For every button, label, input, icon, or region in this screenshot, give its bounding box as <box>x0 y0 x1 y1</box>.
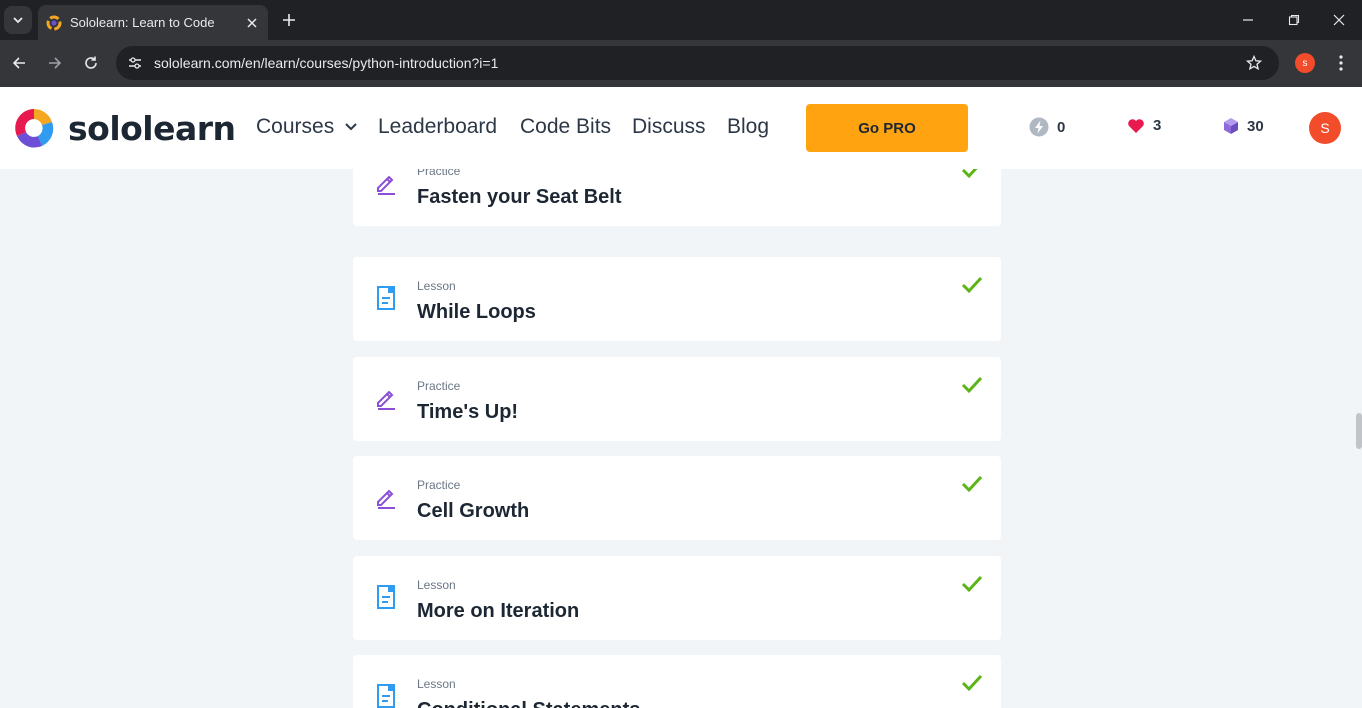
item-title: While Loops <box>417 301 536 323</box>
streak-count: 0 <box>1057 118 1066 136</box>
more-vertical-icon <box>1339 55 1343 71</box>
practice-pencil-icon <box>377 175 395 195</box>
close-icon <box>1333 14 1345 26</box>
item-type: Lesson <box>417 677 456 691</box>
item-type: Practice <box>417 169 461 178</box>
checkmark-icon <box>961 575 983 593</box>
item-type: Lesson <box>417 279 456 293</box>
gems-count: 30 <box>1247 117 1264 135</box>
back-button[interactable] <box>6 50 32 76</box>
close-icon <box>247 17 257 28</box>
browser-profile-avatar[interactable]: s <box>1295 53 1315 73</box>
heart-icon <box>1128 118 1144 133</box>
gem-cube-icon <box>1224 118 1238 134</box>
nav-discuss[interactable]: Discuss <box>632 115 706 139</box>
checkmark-icon <box>961 475 983 493</box>
checkmark-icon <box>961 674 983 692</box>
close-window-button[interactable] <box>1316 0 1362 40</box>
site-info-button[interactable] <box>124 52 146 74</box>
arrow-left-icon <box>12 57 25 69</box>
checkmark-icon <box>961 169 978 179</box>
gems-counter[interactable]: 30 <box>1223 117 1264 135</box>
browser-menu-button[interactable] <box>1330 51 1352 75</box>
item-type: Lesson <box>417 578 456 592</box>
minimize-button[interactable] <box>1225 0 1271 40</box>
reload-icon <box>85 56 97 69</box>
sololearn-logo[interactable]: sololearn <box>12 106 236 150</box>
list-item[interactable]: Practice Fasten your Seat Belt <box>353 169 1001 226</box>
item-title: Fasten your Seat Belt <box>417 186 622 208</box>
user-avatar[interactable]: S <box>1309 112 1341 144</box>
go-pro-button[interactable]: Go PRO <box>806 104 968 152</box>
star-icon <box>1246 55 1262 71</box>
nav-blog[interactable]: Blog <box>727 115 769 139</box>
item-type: Practice <box>417 379 461 393</box>
url-text: sololearn.com/en/learn/courses/python-in… <box>154 55 499 71</box>
tab-title: Sololearn: Learn to Code <box>70 15 215 30</box>
nav-courses[interactable]: Courses <box>256 115 358 139</box>
nav-courses-label: Courses <box>256 115 335 138</box>
site-header: sololearn Courses Leaderboard Code Bits … <box>0 87 1362 169</box>
nav-code-bits[interactable]: Code Bits <box>520 115 611 139</box>
item-title: Time's Up! <box>417 401 519 423</box>
forward-button[interactable] <box>42 50 68 76</box>
lesson-document-icon <box>377 286 395 310</box>
logo-text: sololearn <box>68 108 236 148</box>
tab-close-button[interactable] <box>242 13 262 33</box>
tune-icon <box>129 57 141 69</box>
lesson-document-icon <box>377 684 395 708</box>
reload-button[interactable] <box>78 50 104 76</box>
streak-counter[interactable]: 0 <box>1029 117 1065 137</box>
hearts-count: 3 <box>1153 117 1162 134</box>
browser-toolbar: sololearn.com/en/learn/courses/python-in… <box>0 40 1362 87</box>
address-bar[interactable]: sololearn.com/en/learn/courses/python-in… <box>116 46 1279 80</box>
item-title: More on Iteration <box>417 600 580 622</box>
restore-icon <box>1288 14 1300 26</box>
browser-tabstrip: Sololearn: Learn to Code <box>0 0 1362 40</box>
lightning-icon <box>1029 117 1049 137</box>
hearts-counter[interactable]: 3 <box>1127 117 1161 134</box>
chevron-down-icon <box>13 17 23 24</box>
practice-pencil-icon <box>377 489 395 509</box>
item-type: Practice <box>417 478 461 492</box>
restore-button[interactable] <box>1271 0 1317 40</box>
minimize-icon <box>1243 19 1253 21</box>
lesson-document-icon <box>377 585 395 609</box>
sololearn-logo-icon <box>15 109 54 148</box>
bookmark-button[interactable] <box>1243 52 1265 74</box>
list-item[interactable]: Lesson While Loops <box>353 257 1001 341</box>
nav-leaderboard[interactable]: Leaderboard <box>378 115 497 139</box>
checkmark-icon <box>961 276 983 294</box>
item-title: Conditional Statements <box>417 699 640 708</box>
new-tab-button[interactable] <box>278 9 300 31</box>
list-item[interactable]: Lesson More on Iteration <box>353 556 1001 640</box>
list-item[interactable]: Practice Cell Growth <box>353 456 1001 540</box>
tab-search-button[interactable] <box>4 6 32 34</box>
practice-pencil-icon <box>377 390 395 410</box>
plus-icon <box>283 14 295 26</box>
checkmark-icon <box>961 376 983 394</box>
chevron-down-icon <box>345 123 357 131</box>
page-scrollbar-thumb[interactable] <box>1356 413 1362 449</box>
list-item[interactable]: Practice Time's Up! <box>353 357 1001 441</box>
browser-tab-active[interactable]: Sololearn: Learn to Code <box>38 5 268 40</box>
sololearn-favicon-icon <box>46 15 62 30</box>
item-title: Cell Growth <box>417 500 530 522</box>
arrow-right-icon <box>49 57 62 69</box>
lesson-list: Practice Fasten your Seat Belt Lesson Wh… <box>0 169 1362 708</box>
list-item[interactable]: Lesson Conditional Statements <box>353 655 1001 708</box>
